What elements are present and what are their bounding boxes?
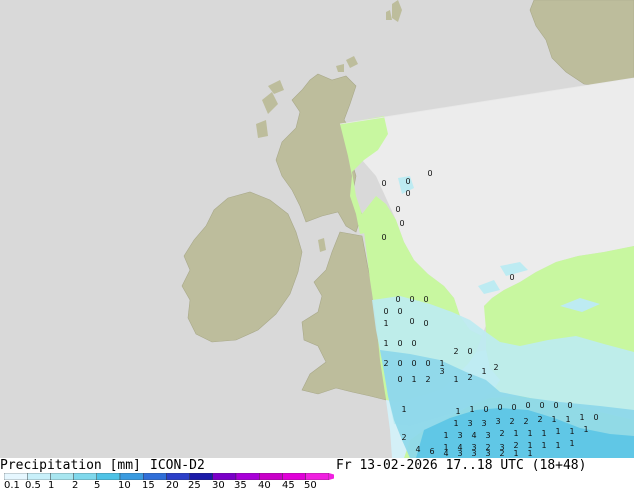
point-value-label: 1 [455, 407, 460, 416]
point-value-label: 3 [485, 449, 490, 458]
point-value-label: 1 [541, 429, 546, 438]
point-value-label: 0 [397, 375, 402, 384]
point-value-label: 0 [497, 403, 502, 412]
legend-color-segment [212, 473, 237, 480]
point-value-label: 2 [425, 375, 430, 384]
point-value-label: 1 [541, 441, 546, 450]
point-value-label: 2 [523, 417, 528, 426]
point-value-label: 1 [527, 449, 532, 458]
point-value-label: 3 [485, 431, 490, 440]
point-value-label: 2 [499, 449, 504, 458]
model-label: ICON-D2 [150, 458, 205, 473]
point-value-label: 3 [481, 419, 486, 428]
point-value-label: 1 [513, 429, 518, 438]
point-value-label: 0 [509, 273, 514, 282]
point-value-label: 2 [467, 373, 472, 382]
point-value-label: 4 [471, 431, 476, 440]
point-value-label: 1 [583, 425, 588, 434]
point-value-label: 0 [593, 413, 598, 422]
point-value-label: 1 [579, 413, 584, 422]
point-value-label: 0 [381, 179, 386, 188]
legend-color-segment [142, 473, 167, 480]
point-value-label: 2 [453, 347, 458, 356]
legend-color-segment [258, 473, 283, 480]
legend-color-segment [27, 473, 51, 480]
point-value-label: 2 [537, 415, 542, 424]
legend-color-segment [235, 473, 260, 480]
legend-colorbar [4, 473, 334, 480]
point-value-label: 0 [405, 189, 410, 198]
point-value-label: 0 [409, 295, 414, 304]
point-value-label: 1 [481, 367, 486, 376]
point-value-label: 0 [397, 359, 402, 368]
legend-color-segment [189, 473, 214, 480]
point-value-label: 1 [551, 415, 556, 424]
point-value-label: 0 [395, 295, 400, 304]
point-value-label: 0 [423, 295, 428, 304]
point-value-label: 2 [401, 433, 406, 442]
point-value-label: 1 [453, 375, 458, 384]
point-value-label: 0 [383, 307, 388, 316]
point-value-label: 0 [539, 401, 544, 410]
legend-color-segment [282, 473, 306, 480]
point-value-label: 3 [471, 449, 476, 458]
point-value-label: 1 [555, 427, 560, 436]
point-value-label: 6 [429, 447, 434, 456]
point-value-label: 4 [443, 449, 448, 458]
legend-color-segment [4, 473, 28, 480]
point-value-label: 0 [405, 177, 410, 186]
point-value-label: 1 [469, 405, 474, 414]
point-value-label: 1 [569, 439, 574, 448]
legend-color-segment [305, 473, 330, 480]
point-value-label: 3 [457, 431, 462, 440]
point-value-label: 1 [383, 339, 388, 348]
point-value-label: 1 [411, 375, 416, 384]
legend-color-segment [166, 473, 190, 480]
point-value-label: 3 [495, 417, 500, 426]
point-value-label: 2 [383, 359, 388, 368]
point-value-label: 0 [399, 219, 404, 228]
point-value-label: 0 [397, 339, 402, 348]
point-value-label: 2 [499, 429, 504, 438]
point-value-label: 0 [411, 339, 416, 348]
point-value-label: 4 [415, 445, 420, 454]
point-value-label: 1 [565, 415, 570, 424]
point-value-label: 0 [425, 359, 430, 368]
point-value-label: 0 [423, 319, 428, 328]
valid-time-label: Fr 13-02-2026 17..18 UTC (18+48) [336, 458, 587, 473]
point-value-label: 1 [401, 405, 406, 414]
point-value-label: 0 [525, 401, 530, 410]
point-value-label: 0 [395, 205, 400, 214]
point-value-label: 3 [439, 367, 444, 376]
precipitation-map: 0000000000000100100200012001231212111000… [0, 0, 634, 491]
legend-color-segment [96, 473, 121, 480]
point-value-label: 1 [513, 449, 518, 458]
point-value-label: 1 [453, 419, 458, 428]
map-canvas: 0 00000000 0 00 01 0 01 0 02 0 0 0 12 00 1 231 21 21 1 1 0 0 0… [0, 0, 634, 458]
point-value-label: 1 [527, 429, 532, 438]
legend-color-segment [73, 473, 97, 480]
point-value-label: 0 [511, 403, 516, 412]
point-value-label: 0 [411, 359, 416, 368]
point-value-label: 1 [569, 427, 574, 436]
point-value-label: 2 [493, 363, 498, 372]
legend-color-segment [119, 473, 144, 480]
point-value-label: 1 [443, 431, 448, 440]
point-value-label: 0 [567, 401, 572, 410]
point-value-label: 0 [397, 307, 402, 316]
legend-color-segment [50, 473, 74, 480]
point-value-label: 3 [457, 449, 462, 458]
point-value-label: 0 [467, 347, 472, 356]
legend-overflow-arrow [328, 473, 334, 480]
point-value-label: 3 [467, 419, 472, 428]
point-value-label: 0 [409, 317, 414, 326]
point-value-label: 0 [427, 169, 432, 178]
point-value-label: 1 [383, 319, 388, 328]
point-value-label: 0 [381, 233, 386, 242]
product-label: Precipitation [mm] [0, 458, 141, 473]
point-value-label: 0 [553, 401, 558, 410]
point-value-label: 2 [509, 417, 514, 426]
point-value-label: 0 [483, 405, 488, 414]
point-value-label: 1 [555, 441, 560, 450]
